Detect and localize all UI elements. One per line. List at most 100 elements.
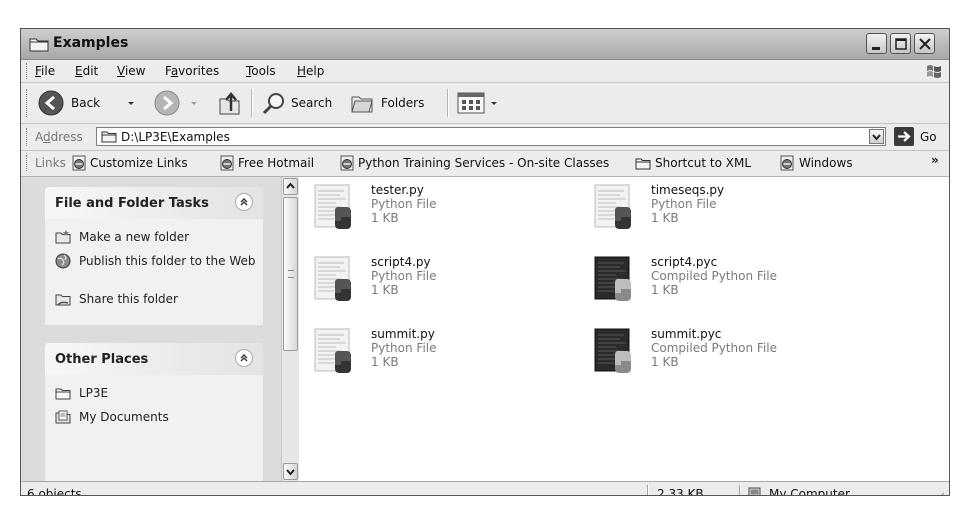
- menu-file-label: ile: [41, 64, 56, 78]
- close-button[interactable]: [914, 33, 935, 54]
- file-name: tester.py: [371, 183, 424, 197]
- ie-page-icon: [220, 155, 234, 171]
- menu-help-label: elp: [306, 64, 325, 78]
- menu-view[interactable]: View: [117, 64, 145, 78]
- back-dropdown-icon[interactable]: [128, 102, 134, 105]
- forward-arrow-icon: [154, 90, 180, 116]
- other-places-header[interactable]: Other Places: [45, 343, 263, 375]
- link-windows[interactable]: Windows: [799, 156, 853, 170]
- back-label: Back: [71, 96, 101, 110]
- place-my-documents-label: My Documents: [79, 410, 169, 424]
- new-folder-icon: [55, 230, 71, 244]
- chevron-double-up-icon: [240, 198, 248, 206]
- menu-view-access-key: V: [117, 64, 125, 78]
- file-type: Python File: [371, 197, 437, 211]
- file-item[interactable]: summit.pyc Compiled Python File 1 KB: [579, 327, 849, 391]
- task-pane-scrollbar[interactable]: [281, 177, 299, 481]
- address-bar: Address D:\LP3E\Examples Go: [21, 124, 949, 151]
- link-shortcut-to-xml[interactable]: Shortcut to XML: [655, 156, 751, 170]
- collapse-file-tasks-button[interactable]: [235, 193, 253, 211]
- links-bar-grip[interactable]: [26, 155, 29, 171]
- address-bar-grip[interactable]: [26, 128, 29, 146]
- menu-tools[interactable]: Tools: [246, 64, 276, 78]
- link-python-training[interactable]: Python Training Services - On-site Class…: [358, 156, 609, 170]
- chevron-down-icon: [872, 134, 881, 141]
- scroll-thumb[interactable]: [283, 197, 298, 351]
- status-separator: [739, 485, 741, 495]
- toolbar-grip[interactable]: [26, 89, 29, 117]
- menu-bar-grip[interactable]: [26, 63, 29, 79]
- views-button[interactable]: [455, 83, 501, 123]
- file-type: Compiled Python File: [651, 341, 777, 355]
- up-folder-icon: [219, 92, 240, 115]
- go-label[interactable]: Go: [920, 130, 937, 144]
- file-folder-tasks-panel: Make a new folder Publish this folder to…: [45, 219, 263, 325]
- status-object-count: 6 objects: [27, 487, 82, 496]
- address-dropdown-button[interactable]: [869, 129, 884, 144]
- back-button[interactable]: Back: [35, 83, 145, 123]
- file-list: tester.py Python File 1 KB timeseqs.py P…: [299, 177, 949, 481]
- file-item[interactable]: summit.py Python File 1 KB: [299, 327, 569, 391]
- close-icon: [919, 38, 931, 50]
- scroll-up-button[interactable]: [283, 178, 298, 195]
- back-arrow-icon: [38, 90, 64, 116]
- task-pane: File and Folder Tasks Make a new folder …: [21, 177, 281, 481]
- link-free-hotmail[interactable]: Free Hotmail: [238, 156, 314, 170]
- forward-button[interactable]: [151, 83, 207, 123]
- menu-file[interactable]: File: [35, 64, 55, 78]
- ie-page-icon: [340, 155, 354, 171]
- address-label: Address: [35, 130, 83, 144]
- file-type: Python File: [651, 197, 717, 211]
- forward-dropdown-icon[interactable]: [191, 102, 197, 105]
- file-item[interactable]: script4.pyc Compiled Python File 1 KB: [579, 255, 849, 319]
- maximize-button[interactable]: [890, 33, 911, 54]
- go-button[interactable]: [894, 127, 914, 146]
- task-make-new-folder-label: Make a new folder: [79, 230, 190, 244]
- file-name: summit.py: [371, 327, 435, 341]
- menu-bar: File Edit View Favorites Tools Help: [21, 60, 949, 83]
- file-item[interactable]: tester.py Python File 1 KB: [299, 183, 569, 247]
- file-type: Compiled Python File: [651, 269, 777, 283]
- menu-edit[interactable]: Edit: [75, 64, 98, 78]
- address-input[interactable]: D:\LP3E\Examples: [96, 127, 886, 146]
- file-folder-tasks-header[interactable]: File and Folder Tasks: [45, 187, 263, 219]
- file-size: 1 KB: [651, 283, 679, 297]
- search-icon: [262, 93, 284, 115]
- chevron-down-icon: [286, 469, 295, 476]
- status-total-size: 2.33 KB: [657, 487, 704, 496]
- scroll-down-button[interactable]: [283, 463, 298, 480]
- search-button[interactable]: Search: [259, 83, 343, 123]
- link-customize-links[interactable]: Customize Links: [90, 156, 188, 170]
- python-file-icon: [314, 256, 351, 301]
- search-label: Search: [291, 96, 333, 110]
- file-item[interactable]: script4.py Python File 1 KB: [299, 255, 569, 319]
- menu-favorites[interactable]: Favorites: [165, 64, 219, 78]
- file-item[interactable]: timeseqs.py Python File 1 KB: [579, 183, 849, 247]
- file-type: Python File: [371, 341, 437, 355]
- menu-tools-label: ools: [251, 64, 276, 78]
- collapse-other-places-button[interactable]: [235, 349, 253, 367]
- up-folder-button[interactable]: [215, 83, 245, 123]
- place-lp3e-label: LP3E: [79, 386, 109, 400]
- links-bar: Links Customize Links Free Hotmail Pytho…: [21, 151, 949, 177]
- title-bar[interactable]: Examples: [21, 29, 949, 60]
- windows-logo-icon: [927, 65, 941, 78]
- task-share-folder-label: Share this folder: [79, 292, 178, 306]
- address-label-access-key: d: [43, 130, 51, 144]
- minimize-icon: [872, 47, 880, 50]
- folders-button[interactable]: Folders: [347, 83, 439, 123]
- toolbar-separator: [447, 89, 449, 117]
- resize-grip-icon[interactable]: [933, 490, 945, 496]
- views-dropdown-icon[interactable]: [491, 102, 497, 105]
- maximize-icon: [895, 38, 907, 50]
- menu-help[interactable]: Help: [297, 64, 324, 78]
- task-publish-folder-label: Publish this folder to the Web: [79, 254, 256, 268]
- share-folder-icon: [55, 294, 71, 306]
- folders-label: Folders: [381, 96, 425, 110]
- menu-edit-label: dit: [82, 64, 99, 78]
- minimize-button[interactable]: [866, 33, 887, 54]
- address-label-prefix: A: [35, 130, 43, 144]
- links-overflow-chevron[interactable]: »: [931, 153, 939, 167]
- file-size: 1 KB: [371, 211, 399, 225]
- menu-help-access-key: H: [297, 64, 307, 78]
